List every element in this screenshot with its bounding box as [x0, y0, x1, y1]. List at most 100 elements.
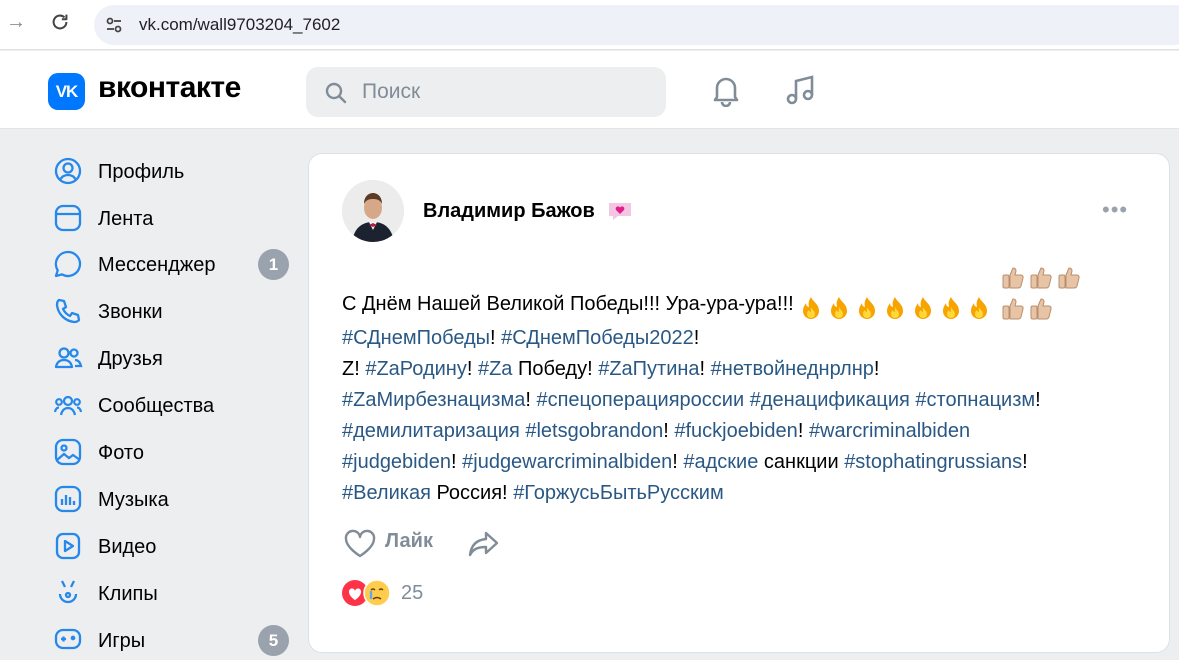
search-box[interactable] — [306, 67, 666, 117]
thumbs-up-icon — [1002, 267, 1024, 289]
post-text: С Днём Нашей Великой Победы!!! Ура-ура-у… — [342, 261, 1142, 509]
url-field[interactable]: vk.com/wall9703204_7602 — [94, 5, 1179, 45]
hashtag-link[interactable]: #ZaРодину — [365, 358, 467, 380]
fire-icon — [803, 296, 820, 319]
punct: ! — [663, 420, 669, 442]
phone-icon — [55, 298, 81, 324]
like-label: Лайк — [385, 530, 433, 552]
messenger-icon — [54, 250, 82, 278]
sidebar-item-clips[interactable]: Клипы — [50, 573, 295, 613]
fire-icon — [859, 296, 876, 319]
music-icon — [54, 485, 82, 513]
author-avatar[interactable] — [342, 180, 404, 242]
thumbs-up-icon — [1030, 298, 1052, 320]
sidebar-item-label: Фото — [98, 442, 144, 464]
sidebar-item-feed[interactable]: Лента — [50, 198, 295, 238]
profile-icon — [54, 157, 82, 185]
hashtag-link[interactable]: #judgebiden — [342, 451, 451, 473]
punct: ! — [699, 358, 706, 380]
punct: ! — [693, 327, 700, 349]
sidebar-item-label: Друзья — [98, 348, 163, 370]
hashtag-link[interactable]: #спецоперацияроссии — [536, 389, 744, 411]
fire-icon — [971, 296, 988, 319]
hashtag-link[interactable]: #демилитаризация — [342, 420, 520, 442]
music-player-icon[interactable] — [784, 73, 818, 107]
sidebar-item-friends[interactable]: Друзья — [50, 338, 295, 378]
fire-icon — [915, 296, 932, 319]
hashtag-link[interactable]: #СДнемПобеды — [342, 327, 490, 349]
friends-icon — [54, 347, 83, 369]
logo-text[interactable]: вконтакте — [98, 71, 241, 105]
hashtag-link[interactable]: #стопнацизм — [915, 389, 1035, 411]
punct: ! — [672, 451, 678, 473]
site-settings-icon[interactable] — [104, 15, 124, 35]
hashtag-link[interactable]: #judgewarcriminalbiden — [462, 451, 672, 473]
communities-icon — [53, 395, 83, 416]
post-line: #ZaМирбезнацизма! #спецоперацияроссии #д… — [342, 385, 1142, 416]
messenger-count-badge: 1 — [258, 249, 289, 280]
hashtag-link[interactable]: #ZaМирбезнацизма — [342, 389, 525, 411]
search-input[interactable] — [362, 75, 652, 109]
sidebar-item-label: Игры — [98, 630, 146, 652]
sidebar-item-music[interactable]: Музыка — [50, 479, 295, 519]
sidebar-item-communities[interactable]: Сообщества — [50, 385, 295, 425]
post-word: Z! — [342, 358, 360, 380]
video-icon — [55, 532, 81, 560]
thumbs-up-icon — [1030, 267, 1052, 289]
punct: ! — [490, 327, 496, 349]
punct: ! — [797, 420, 804, 442]
hashtag-link[interactable]: #нетвойнеднрлнр — [711, 358, 874, 380]
sidebar-item-label: Клипы — [98, 583, 158, 605]
punct: ! — [873, 358, 880, 380]
browser-address-bar: → vk.com/wall9703204_7602 — [0, 0, 1179, 50]
hashtag-link[interactable]: #адские — [683, 451, 758, 473]
sidebar-item-label: Сообщества — [98, 395, 215, 417]
post-line: #judgebiden! #judgewarcriminalbiden! #ад… — [342, 447, 1142, 478]
thumbs-up-emojis — [1001, 261, 1085, 323]
post-line: #демилитаризация #letsgobrandon! #fuckjo… — [342, 416, 1142, 447]
hashtag-link[interactable]: #денацификация — [750, 389, 910, 411]
thumbs-up-icon — [1058, 267, 1080, 289]
sidebar-item-games[interactable]: Игры 5 — [50, 620, 295, 660]
sidebar-item-label: Музыка — [98, 489, 169, 511]
hashtag-link[interactable]: #Великая — [342, 482, 431, 504]
share-icon[interactable] — [467, 528, 501, 560]
reactions-summary[interactable]: 25 — [341, 578, 481, 608]
sidebar-item-label: Мессенджер — [98, 254, 216, 276]
sidebar-item-messenger[interactable]: Мессенджер 1 — [50, 244, 295, 284]
sidebar-item-label: Профиль — [98, 161, 185, 183]
vk-logo-icon[interactable]: VK — [48, 73, 85, 110]
hashtag-link[interactable]: #letsgobrandon — [525, 420, 663, 442]
punct: ! — [466, 358, 473, 380]
hashtag-link[interactable]: #СДнемПобеды2022 — [501, 327, 694, 349]
photo-icon — [54, 438, 82, 466]
punct: ! — [451, 451, 457, 473]
sidebar-item-photos[interactable]: Фото — [50, 432, 295, 472]
heart-message-badge-icon — [609, 203, 631, 220]
post-word: Победу! — [518, 358, 593, 380]
thumbs-up-icon — [1002, 298, 1024, 320]
notifications-bell-icon[interactable] — [709, 73, 743, 107]
reload-icon[interactable] — [49, 11, 71, 33]
hashtag-link[interactable]: #Za — [478, 358, 512, 380]
like-button[interactable]: Лайк — [343, 525, 443, 561]
hashtag-link[interactable]: #ГоржусьБытьРусским — [513, 482, 724, 504]
hashtag-link[interactable]: #warcriminalbiden — [809, 420, 970, 442]
sidebar-item-profile[interactable]: Профиль — [50, 151, 295, 191]
hashtag-link[interactable]: #ZaПутина — [598, 358, 699, 380]
search-icon — [325, 82, 347, 104]
post-more-options-icon[interactable]: ••• — [1102, 199, 1132, 221]
clips-icon — [58, 580, 78, 604]
fire-icon — [943, 296, 960, 319]
fire-icon — [887, 296, 904, 319]
sidebar-item-label: Звонки — [98, 301, 163, 323]
forward-arrow-icon[interactable]: → — [5, 11, 27, 33]
sidebar-item-video[interactable]: Видео — [50, 526, 295, 566]
post-author-name[interactable]: Владимир Бажов — [423, 200, 595, 223]
post-line: #СДнемПобеды! #СДнемПобеды2022! — [342, 323, 1142, 354]
sidebar-item-calls[interactable]: Звонки — [50, 291, 295, 331]
hashtag-link[interactable]: #fuckjoebiden — [674, 420, 797, 442]
sidebar-item-label: Лента — [98, 208, 154, 230]
wall-post: Владимир Бажов ••• С Днём Нашей Великой … — [308, 153, 1170, 653]
hashtag-link[interactable]: #stophatingrussians — [844, 451, 1022, 473]
